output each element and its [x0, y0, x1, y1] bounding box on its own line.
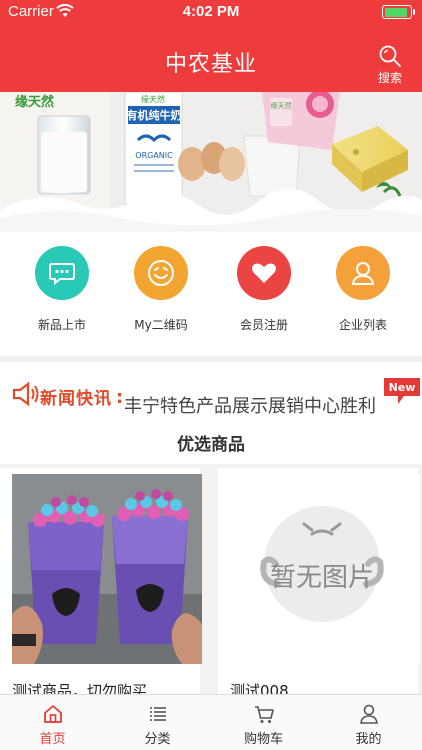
app-screen: Carrier 4:02 PM 中农基业 搜索 缘天然 有机纯牛奶 ORGANI…	[0, 0, 422, 750]
tab-cart[interactable]: 购物车	[211, 695, 316, 750]
entry-label: My二维码	[134, 318, 188, 332]
search-button[interactable]: 搜索	[372, 44, 408, 88]
tab-category[interactable]: 分类	[105, 695, 210, 750]
carton-brand: 缘天然	[141, 94, 165, 104]
entry-new-products[interactable]: 新品上市	[17, 246, 107, 333]
chat-bubble-icon	[35, 246, 89, 300]
product-name: 测试商品，切勿购买	[12, 682, 148, 694]
page-title: 中农基业	[164, 52, 257, 77]
entry-label: 会员注册	[239, 318, 288, 332]
user-icon	[359, 704, 378, 724]
entry-label: 新品上市	[37, 318, 86, 332]
news-title: 新闻快讯	[40, 389, 112, 409]
news-ticker-text[interactable]: 丰宁特色产品展示展销中心胜利	[124, 392, 384, 418]
product-image: 暂无图片	[230, 474, 420, 664]
banner-image: 缘天然 有机纯牛奶 ORGANIC 缘天然	[0, 92, 422, 232]
quick-entries: 新品上市 My二维码 会员注册 企业列表	[0, 232, 422, 356]
product-image	[12, 474, 202, 664]
tab-label: 我的	[355, 732, 382, 747]
news-ticker[interactable]: 新闻快讯 : 丰宁特色产品展示展销中心胜利 New	[0, 362, 422, 424]
search-label: 搜索	[377, 71, 402, 85]
section-title: 优选商品	[177, 435, 245, 455]
entry-my-qrcode[interactable]: My二维码	[116, 246, 206, 333]
new-badge-icon: New	[384, 378, 420, 404]
battery-icon	[382, 5, 415, 19]
entry-label: 企业列表	[338, 318, 387, 332]
product-grid: 测试商品，切勿购买 暂无图片 测试008	[0, 464, 422, 694]
tab-label: 分类	[144, 732, 171, 747]
banner-brand-text: 缘天然	[15, 95, 55, 110]
top-bar: Carrier 4:02 PM 中农基业 搜索	[0, 0, 422, 92]
tab-bar: 首页 分类 购物车 我的	[0, 694, 422, 750]
tab-label: 购物车	[243, 732, 283, 747]
list-icon	[149, 707, 166, 721]
status-bar: Carrier 4:02 PM	[0, 0, 422, 24]
carton-title: 有机纯牛奶	[127, 108, 182, 122]
entry-member-register[interactable]: 会员注册	[219, 246, 309, 333]
home-icon	[43, 705, 62, 723]
product-name: 测试008	[230, 682, 289, 694]
speaker-icon	[12, 381, 39, 407]
product-card[interactable]: 测试商品，切勿购买	[0, 468, 202, 694]
new-badge-text: New	[389, 381, 416, 394]
news-colon: :	[116, 387, 124, 408]
status-time: 4:02 PM	[182, 3, 240, 20]
smiley-icon	[134, 246, 188, 300]
tab-home[interactable]: 首页	[0, 695, 105, 750]
search-icon	[379, 45, 401, 67]
tab-mine[interactable]: 我的	[316, 695, 421, 750]
no-image-placeholder: 暂无图片	[230, 474, 420, 664]
carton-organic: ORGANIC	[135, 151, 173, 160]
bubble-tea-photo	[12, 474, 202, 664]
promo-banner[interactable]: 缘天然 有机纯牛奶 ORGANIC 缘天然 缘天然	[0, 92, 422, 232]
cart-icon	[254, 706, 274, 723]
box-brand: 缘天然	[271, 101, 292, 110]
tab-label: 首页	[39, 732, 66, 747]
person-icon	[336, 246, 390, 300]
product-card[interactable]: 暂无图片 测试008	[218, 468, 420, 694]
battery-level-fill	[384, 7, 407, 17]
placeholder-text: 暂无图片	[270, 563, 374, 593]
entry-company-list[interactable]: 企业列表	[318, 246, 408, 333]
heart-icon	[237, 246, 291, 300]
